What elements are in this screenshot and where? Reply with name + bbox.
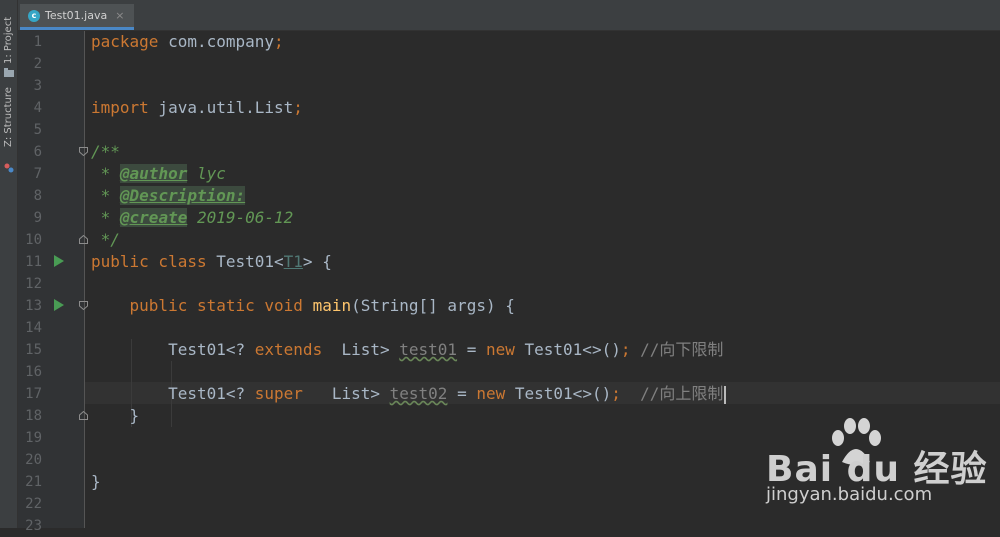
line-number: 16 xyxy=(25,364,42,380)
fold-collapse-icon[interactable] xyxy=(79,147,88,156)
line-number: 14 xyxy=(25,320,42,336)
line-number: 5 xyxy=(33,122,42,138)
tool-window-strip: 1: Project Z: Structure xyxy=(0,0,18,528)
line-number: 8 xyxy=(33,188,42,204)
line-number: 21 xyxy=(25,474,42,490)
line-number: 18 xyxy=(25,408,42,424)
editor-tab-bar: c Test01.java × xyxy=(18,0,1000,31)
code-line-21: } xyxy=(91,472,101,491)
code-line-7: * @author lyc xyxy=(91,164,226,183)
line-number: 13 xyxy=(25,298,42,314)
line-number: 9 xyxy=(33,210,42,226)
structure-icon xyxy=(4,163,14,173)
line-number: 15 xyxy=(25,342,42,358)
fold-collapse-icon[interactable] xyxy=(79,301,88,310)
code-line-10: */ xyxy=(91,230,120,249)
code-line-6: /** xyxy=(91,142,120,161)
line-number: 12 xyxy=(25,276,42,292)
line-number: 3 xyxy=(33,78,42,94)
code-line-18: } xyxy=(91,406,140,425)
code-line-4: import java.util.List; xyxy=(91,98,303,117)
code-line-11: public class Test01<T1> { xyxy=(91,252,332,271)
editor-tab-label: Test01.java xyxy=(45,9,108,22)
fold-end-icon[interactable] xyxy=(79,235,88,244)
line-number: 10 xyxy=(25,232,42,248)
class-c-icon: c xyxy=(28,9,40,22)
line-number: 7 xyxy=(33,166,42,182)
text-caret xyxy=(724,385,727,404)
line-number: 19 xyxy=(25,430,42,446)
line-number: 1 xyxy=(33,34,42,50)
line-number: 22 xyxy=(25,496,42,512)
project-tool-tab[interactable]: 1: Project xyxy=(1,6,16,77)
run-class-icon[interactable] xyxy=(54,255,64,267)
structure-tool-tab[interactable]: Z: Structure xyxy=(1,87,16,180)
code-line-8: * @Description: xyxy=(91,186,246,205)
line-number: 20 xyxy=(25,452,42,468)
line-number: 2 xyxy=(33,56,42,72)
run-main-icon[interactable] xyxy=(54,299,64,311)
watermark-url: jingyan.baidu.com xyxy=(766,484,933,505)
line-number: 11 xyxy=(25,254,42,270)
structure-tool-label: Z: Structure xyxy=(3,87,14,147)
code-line-1: package com.company; xyxy=(91,32,284,51)
code-line-17: Test01<? super List> test02 = new Test01… xyxy=(91,383,727,405)
code-line-13: public static void main(String[] args) { xyxy=(129,296,515,315)
code-line-9: * @create 2019-06-12 xyxy=(91,208,294,227)
fold-end-icon[interactable] xyxy=(79,411,88,420)
line-number: 6 xyxy=(33,144,42,160)
project-tool-label: 1: Project xyxy=(3,16,14,64)
gutter-divider xyxy=(84,31,85,528)
folder-icon xyxy=(4,68,14,77)
close-tab-icon[interactable]: × xyxy=(115,9,124,22)
baidu-jingyan-watermark: Bai du 经验 jingyan.baidu.com xyxy=(752,410,992,520)
line-number: 17 xyxy=(25,386,42,402)
code-line-15: Test01<? extends List> test01 = new Test… xyxy=(168,340,724,359)
editor-tab-test01[interactable]: c Test01.java × xyxy=(20,4,134,30)
line-number: 4 xyxy=(33,100,42,116)
line-number: 23 xyxy=(25,518,42,534)
